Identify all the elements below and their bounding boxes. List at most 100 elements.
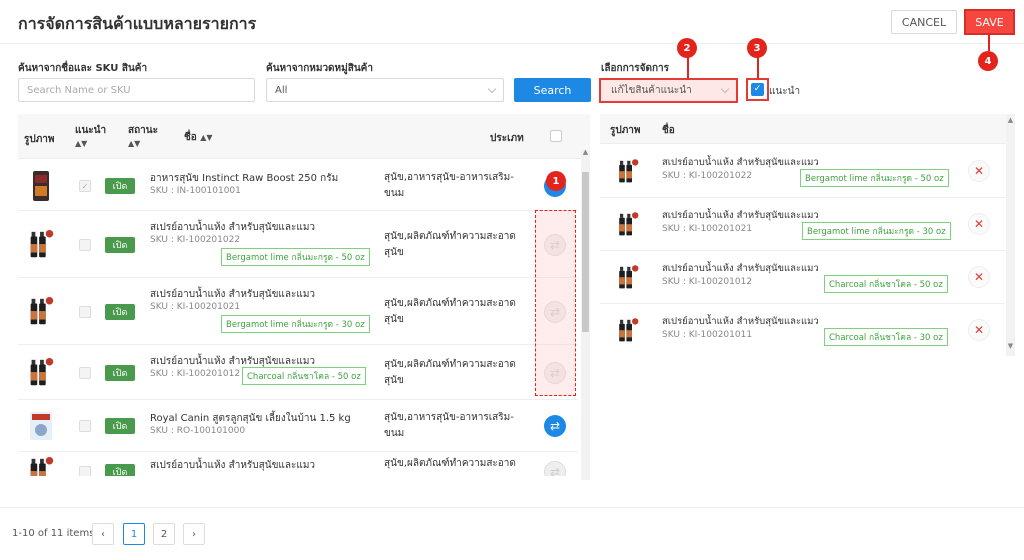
remove-button[interactable]: ✕ — [968, 319, 990, 341]
variant-tag: Charcoal กลิ่นชาโคล - 30 oz — [824, 328, 948, 346]
table-row[interactable]: เปิด สเปรย์อาบน้ำแห้ง สำหรับสุนัขและแมว SK… — [18, 211, 578, 278]
next-page-button[interactable]: › — [183, 523, 205, 545]
swap-button[interactable]: ⇄ — [544, 415, 566, 437]
product-sku: SKU : KI-100201011 — [662, 330, 753, 340]
remove-button[interactable]: ✕ — [968, 266, 990, 288]
scroll-down-icon[interactable]: ▼ — [1006, 342, 1015, 350]
badge-4: 4 — [978, 51, 998, 71]
table-row[interactable]: ✓ เปิด อาหารสุนัข Instinct Raw Boost 250 ก… — [18, 160, 578, 211]
variant-tag: Bergamot lime กลิ่นมะกรูด - 30 oz — [802, 222, 951, 240]
status-badge: เปิด — [105, 464, 135, 476]
badge-1: 1 — [546, 171, 566, 191]
action-select[interactable]: แก้ไขสินค้าแนะนำ — [599, 78, 738, 103]
table-row[interactable]: เปิด สเปรย์อาบน้ำแห้ง สำหรับสุนัขและแมว SK… — [18, 278, 578, 345]
col-image: รูปภาพ — [24, 134, 55, 145]
badge-3: 3 — [747, 38, 767, 58]
page-2-button[interactable]: 2 — [153, 523, 175, 545]
product-sku: SKU : KI-100201021 — [150, 302, 241, 312]
product-thumbnail — [26, 456, 56, 476]
save-button[interactable]: SAVE — [964, 9, 1015, 35]
recommend-checkbox-label: แนะนำ — [769, 86, 801, 97]
table-row[interactable]: เปิด Royal Canin สูตรลูกสุนัข เลี้ยงในบ้า… — [18, 400, 578, 452]
scroll-up-icon[interactable]: ▲ — [1006, 116, 1015, 124]
status-badge: เปิด — [105, 418, 135, 434]
product-sku: SKU : KI-100201021 — [662, 224, 753, 234]
product-table-header: รูปภาพ แนะนำ ▲▼ สถานะ ▲▼ ชื่อ ▲▼ ประเภท — [18, 114, 590, 159]
product-name: สเปรย์อาบน้ำแห้ง สำหรับสุนัขและแมว — [662, 316, 819, 327]
category-select-value: All — [275, 84, 288, 96]
variant-tag: Charcoal กลิ่นชาโคล - 50 oz — [824, 275, 948, 293]
product-name: สเปรย์อาบน้ำแห้ง สำหรับสุนัขและแมว — [150, 460, 316, 471]
col-name[interactable]: ชื่อ ▲▼ — [184, 130, 213, 145]
name-sku-search-input[interactable]: Search Name or SKU — [18, 78, 255, 102]
recommend-checkbox[interactable] — [79, 420, 91, 432]
product-sku: SKU : RO-100101000 — [150, 426, 246, 436]
recommend-checkbox[interactable] — [79, 305, 91, 318]
table-row[interactable]: เปิด สเปรย์อาบน้ำแห้ง สำหรับสุนัขและแมว สุ… — [18, 452, 578, 476]
table-row[interactable]: เปิด สเปรย์อาบน้ำแห้ง สำหรับสุนัขและแมว SK… — [18, 345, 578, 400]
product-thumbnail — [616, 208, 640, 242]
pagination-summary: 1-10 of 11 items — [12, 528, 95, 539]
status-badge: เปิด — [105, 303, 135, 320]
sort-icon: ▲▼ — [200, 133, 213, 142]
close-icon: ✕ — [973, 270, 985, 284]
col-name-label: ชื่อ — [184, 132, 197, 143]
select-all-checkbox[interactable] — [550, 130, 562, 142]
col-status[interactable]: สถานะ ▲▼ — [128, 123, 158, 149]
product-thumbnail — [26, 357, 56, 389]
badge-3-connector — [757, 57, 759, 79]
recommend-checkbox[interactable] — [79, 238, 91, 251]
chevron-down-icon — [720, 84, 730, 94]
page-1-button[interactable]: 1 — [123, 523, 145, 545]
product-type: สุนัข,อาหารสุนัข-อาหารเสริม-ขนม — [384, 412, 514, 439]
product-name: อาหารสุนัข Instinct Raw Boost 250 กรัม — [150, 173, 339, 184]
status-badge: เปิด — [105, 236, 135, 253]
variant-tag: Bergamot lime กลิ่นมะกรูด - 30 oz — [221, 315, 370, 333]
status-badge: เปิด — [105, 364, 135, 381]
name-sku-search-label: ค้นหาจากชื่อและ SKU สินค้า — [18, 63, 148, 74]
recommend-checkbox[interactable]: ✓ — [751, 83, 764, 96]
swap-icon: ⇄ — [549, 419, 561, 433]
selected-row: สเปรย์อาบน้ำแห้ง สำหรับสุนัขและแมว SKU : … — [600, 304, 1005, 356]
swap-button[interactable]: ⇄ — [544, 461, 566, 476]
prev-page-button[interactable]: ‹ — [92, 523, 114, 545]
col-recommend[interactable]: แนะนำ ▲▼ — [75, 123, 106, 149]
cancel-button[interactable]: CANCEL — [891, 10, 957, 34]
chevron-down-icon — [487, 84, 497, 94]
remove-button[interactable]: ✕ — [968, 213, 990, 235]
product-type: สุนัข,อาหารสุนัข-อาหารเสริม-ขนม — [384, 171, 514, 199]
badge-2: 2 — [677, 38, 697, 58]
selected-table-scrollbar[interactable]: ▲ ▼ — [1006, 114, 1015, 356]
recommend-checkbox[interactable]: ✓ — [79, 179, 91, 192]
product-thumbnail — [26, 410, 56, 442]
footer-divider — [0, 507, 1024, 508]
product-thumbnail — [616, 314, 640, 348]
remove-button[interactable]: ✕ — [968, 160, 990, 182]
product-sku: SKU : KI-100201012 — [150, 369, 241, 379]
swap-column-highlight — [535, 210, 576, 396]
col-name: ชื่อ — [662, 125, 675, 136]
category-select[interactable]: All — [266, 78, 504, 102]
recommend-checkbox[interactable] — [79, 366, 91, 379]
search-button[interactable]: Search — [514, 78, 591, 102]
product-thumbnail — [26, 296, 56, 328]
scroll-up-icon[interactable]: ▲ — [581, 148, 590, 156]
product-thumbnail — [26, 170, 56, 202]
product-sku: SKU : IN-100101001 — [150, 186, 241, 196]
recommend-checkbox[interactable] — [79, 466, 91, 476]
product-thumbnail — [26, 229, 56, 261]
product-type: สุนัข,ผลิตภัณฑ์ทำความสะอาด — [384, 458, 516, 469]
product-sku: SKU : KI-100201022 — [662, 171, 753, 181]
product-name: สเปรย์อาบน้ำแห้ง สำหรับสุนัขและแมว — [662, 210, 819, 221]
product-name: สเปรย์อาบน้ำแห้ง สำหรับสุนัขและแมว — [150, 222, 316, 233]
scrollbar-thumb[interactable] — [582, 172, 589, 332]
product-type: สุนัข,ผลิตภัณฑ์ทำความสะอาดสุนัข — [384, 358, 516, 386]
selected-row: สเปรย์อาบน้ำแห้ง สำหรับสุนัขและแมว SKU : … — [600, 145, 1005, 198]
selected-row: สเปรย์อาบน้ำแห้ง สำหรับสุนัขและแมว SKU : … — [600, 251, 1005, 304]
col-recommend-label: แนะนำ — [75, 125, 107, 136]
selected-table-header: รูปภาพ ชื่อ — [600, 114, 1015, 144]
product-table-scrollbar[interactable]: ▲ — [581, 148, 590, 480]
badge-4-connector — [988, 35, 990, 51]
product-type: สุนัข,ผลิตภัณฑ์ทำความสะอาดสุนัข — [384, 297, 516, 325]
variant-tag: Bergamot lime กลิ่นมะกรูด - 50 oz — [221, 248, 370, 266]
